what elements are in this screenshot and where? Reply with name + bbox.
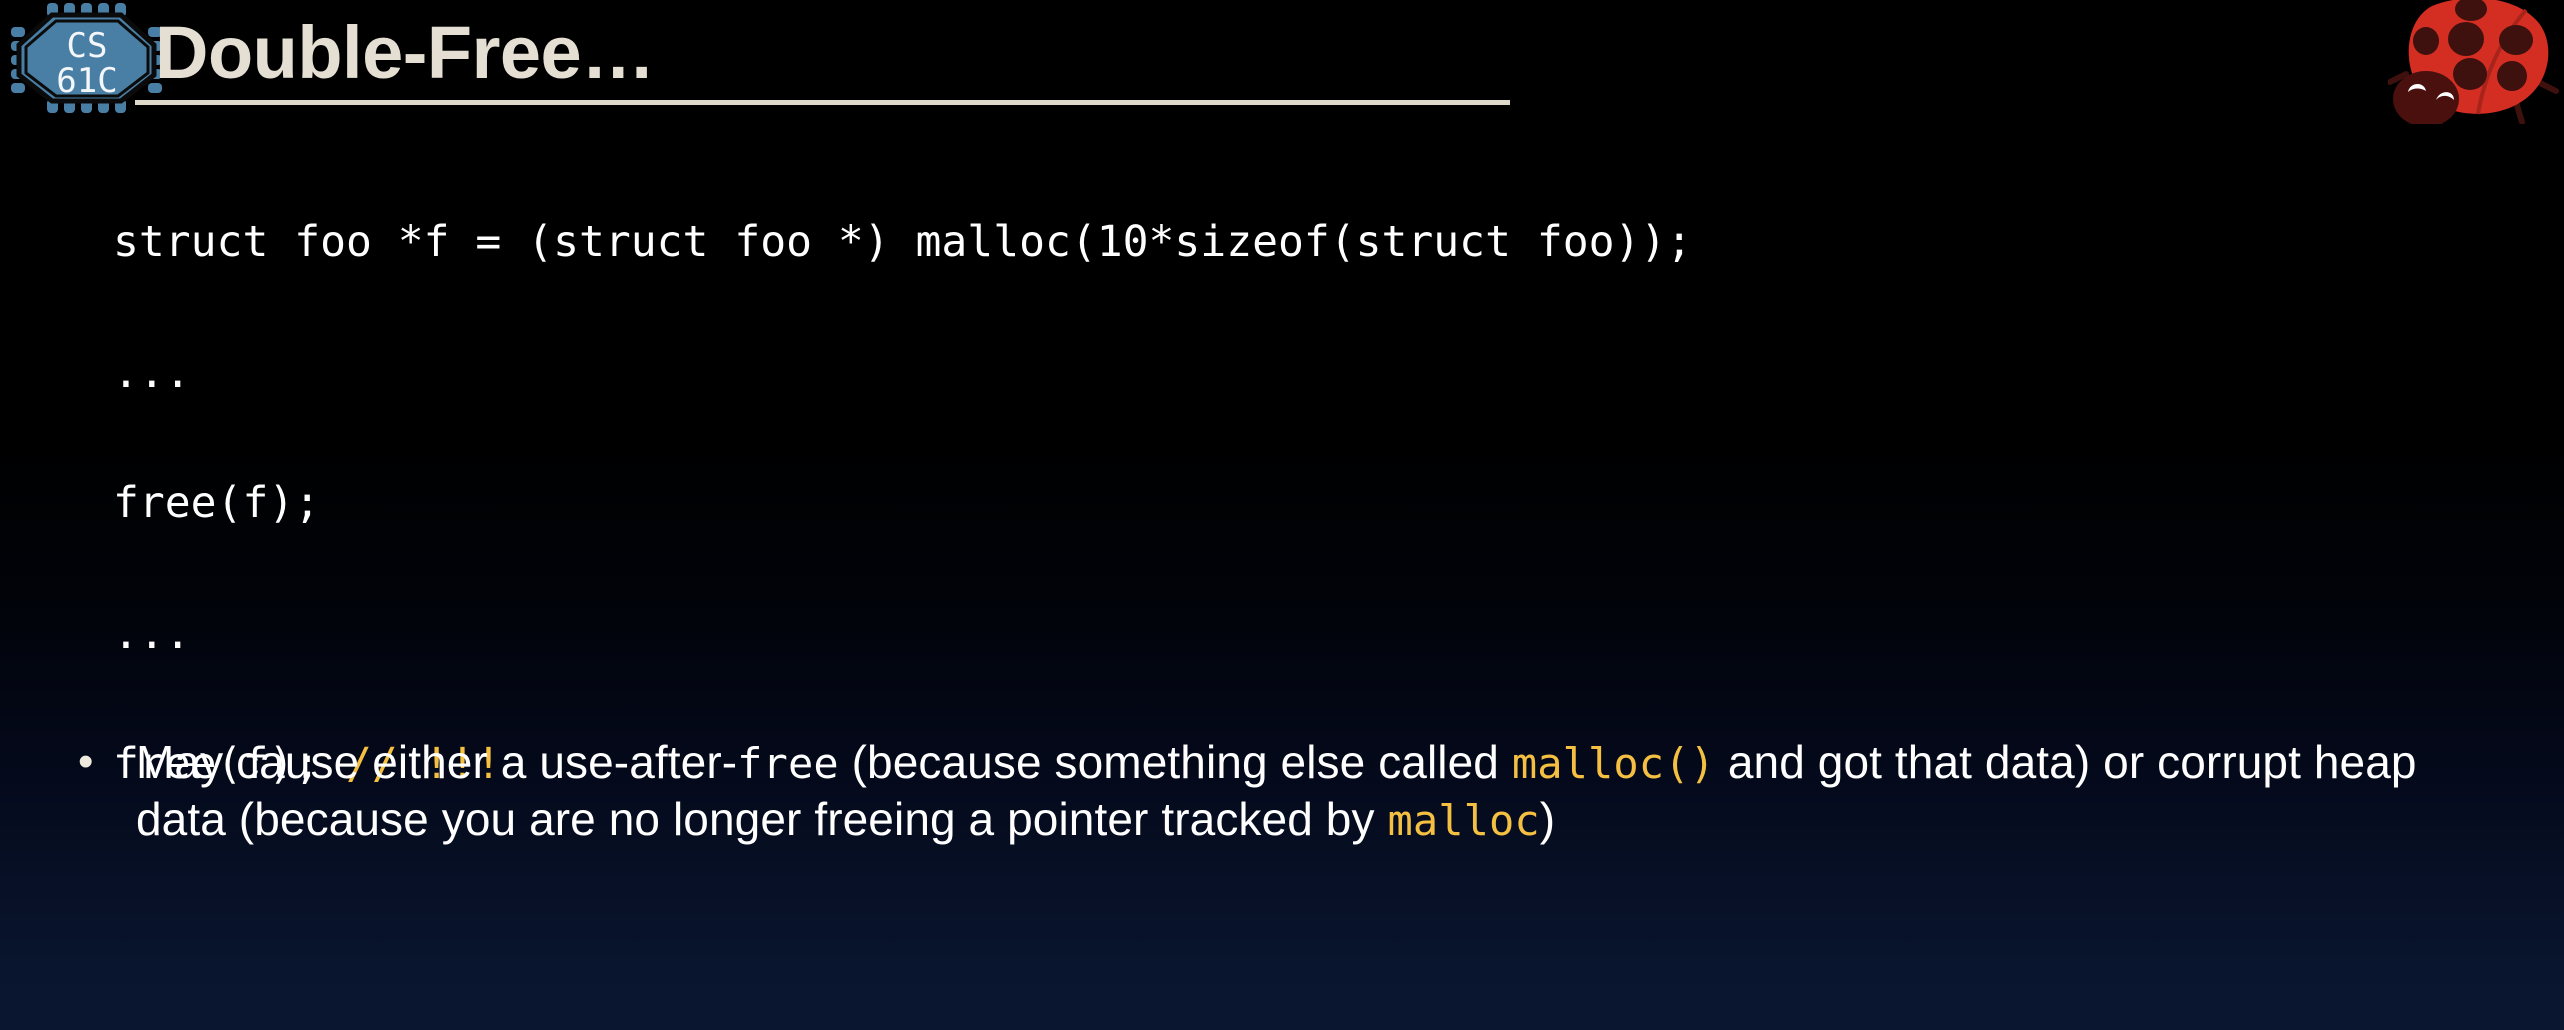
code-line-text: ... bbox=[113, 608, 191, 659]
bullet-seg-malloc-call: malloc() bbox=[1511, 739, 1715, 788]
page-title: Double-Free… bbox=[155, 11, 655, 94]
ladybug-icon bbox=[2388, 0, 2560, 124]
slide-canvas: CS 61C Double-Free… struct foo *f = (str… bbox=[0, 0, 2564, 1030]
code-line-text: struct foo *f = (struct foo *) malloc(10… bbox=[113, 217, 1693, 267]
bullet-text: May cause either a use-after-free (becau… bbox=[136, 735, 2486, 848]
logo-line2: 61C bbox=[56, 61, 117, 101]
code-line-text: ... bbox=[113, 347, 191, 398]
logo-line1: CS bbox=[67, 26, 108, 66]
ladybug-illustration bbox=[2388, 0, 2559, 124]
code-line: free(f); bbox=[113, 481, 1692, 526]
title-block: Double-Free… bbox=[155, 8, 1515, 98]
bullet-seg-malloc: malloc bbox=[1387, 795, 1540, 845]
bullet-seg: (because something else called bbox=[838, 736, 1512, 788]
bullet-marker: • bbox=[78, 737, 94, 786]
title-divider bbox=[135, 100, 1510, 105]
bullet-seg-free: free bbox=[737, 739, 839, 788]
chip-icon: CS 61C bbox=[11, 3, 162, 113]
cs61c-chip-logo: CS 61C bbox=[6, 2, 178, 114]
bullet-item: • May cause either a use-after-free (bec… bbox=[66, 735, 2486, 848]
code-line: ... bbox=[113, 351, 1692, 396]
bullet-seg: May cause either a use-after- bbox=[136, 736, 738, 788]
code-line: struct foo *f = (struct foo *) malloc(10… bbox=[113, 220, 1692, 265]
bullet-seg: ) bbox=[1539, 792, 1556, 845]
code-line-text: free(f); bbox=[113, 478, 321, 528]
code-line: ... bbox=[113, 612, 1692, 657]
